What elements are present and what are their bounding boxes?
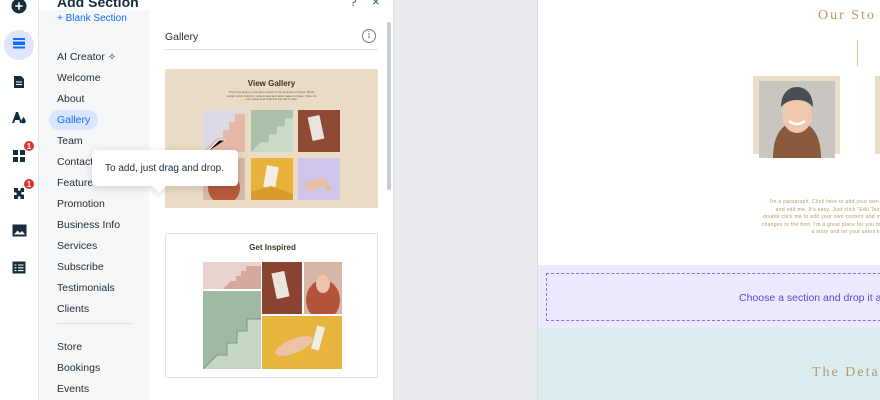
gallery-thumb-stairs (203, 110, 245, 152)
category-about[interactable]: About (49, 89, 92, 109)
gallery-preset-view-gallery[interactable]: View Gallery This is the space to introd… (165, 69, 378, 208)
category-subscribe[interactable]: Subscribe (49, 257, 112, 277)
panel-title: Add Section (57, 0, 139, 10)
page-icon (13, 75, 25, 94)
section-divider (165, 49, 378, 50)
details-section[interactable]: The Deta (538, 328, 880, 400)
category-events[interactable]: Events (49, 379, 97, 399)
inspired-thumb-stairs (203, 262, 261, 289)
design-button[interactable] (4, 106, 34, 134)
category-gallery[interactable]: Gallery (49, 110, 99, 130)
image-icon (12, 224, 27, 242)
gallery-thumb-yellow-card (251, 158, 293, 200)
story-paragraph[interactable]: I'm a paragraph. Click here to add your … (760, 199, 880, 237)
inspired-thumb-brown-card (262, 262, 302, 314)
category-label: AI Creator (57, 51, 105, 63)
category-team[interactable]: Team (49, 131, 91, 151)
site-canvas: Our Sto I'm a paragraph. Click here to a… (537, 0, 880, 400)
puzzle-icon (12, 186, 27, 206)
apps-icon (12, 149, 26, 168)
preset-title: View Gallery (247, 79, 296, 88)
portrait-photo[interactable] (759, 81, 835, 158)
category-testimonials[interactable]: Testimonials (49, 278, 123, 298)
table-icon (12, 261, 26, 279)
gallery-thumb-brown-card (298, 110, 340, 152)
details-heading[interactable]: The Deta (812, 365, 880, 381)
help-icon[interactable]: ? (350, 0, 357, 9)
section-heading: Gallery (165, 31, 199, 43)
gallery-thumb-hands (298, 158, 340, 200)
media-button[interactable] (4, 219, 34, 247)
add-section-panel: Add Section ? × + Blank Section AI Creat… (39, 0, 394, 400)
left-toolbar: 1 1 (0, 0, 39, 400)
sparkle-icon: ✧ (107, 52, 117, 63)
drop-zone-text: Choose a section and drop it an (739, 292, 880, 304)
panel-scrollbar[interactable] (387, 22, 391, 190)
section-drop-zone[interactable]: Choose a section and drop it an (538, 265, 880, 328)
business-notification-badge: 1 (23, 178, 35, 190)
story-heading[interactable]: Our Sto (818, 8, 876, 24)
category-business-info[interactable]: Business Info (49, 215, 128, 235)
decorative-line (857, 40, 858, 66)
section-presets: Gallery i View Gallery This is the space… (149, 10, 393, 400)
inspired-thumb-portrait (304, 262, 342, 314)
drag-drop-tooltip: To add, just drag and drop. (92, 150, 238, 186)
plus-circle-icon (11, 0, 27, 19)
tooltip-text: To add, just drag and drop. (105, 162, 224, 174)
category-divider (57, 323, 131, 324)
category-list: + Blank Section AI Creator ✧ Welcome Abou… (39, 10, 149, 400)
gallery-preset-get-inspired[interactable]: Get Inspired (165, 233, 378, 378)
blank-section-link[interactable]: + Blank Section (57, 13, 127, 24)
sections-icon (12, 36, 26, 55)
apps-button[interactable]: 1 (4, 140, 35, 172)
apps-notification-badge: 1 (23, 140, 35, 152)
category-promotion[interactable]: Promotion (49, 194, 113, 214)
category-clients[interactable]: Clients (49, 299, 97, 319)
business-tools-button[interactable]: 1 (4, 178, 35, 210)
theme-icon (11, 111, 27, 130)
cms-button[interactable] (4, 256, 34, 284)
add-elements-button[interactable] (4, 0, 34, 22)
gallery-thumb-green-stairs (251, 110, 293, 152)
add-section-button[interactable] (4, 30, 34, 60)
preset-title: Get Inspired (249, 243, 296, 252)
inspired-thumb-hands (262, 316, 342, 369)
category-store[interactable]: Store (49, 337, 90, 357)
preset-subtitle: This is the space to introduce visitors … (226, 90, 317, 102)
category-services[interactable]: Services (49, 236, 105, 256)
second-photo-frame (875, 76, 880, 154)
pages-button[interactable] (4, 70, 34, 98)
inspired-thumb-green-stairs (203, 291, 261, 369)
category-welcome[interactable]: Welcome (49, 68, 109, 88)
close-icon[interactable]: × (372, 0, 380, 9)
category-ai-creator[interactable]: AI Creator ✧ (49, 47, 124, 67)
info-icon[interactable]: i (362, 29, 376, 43)
category-bookings[interactable]: Bookings (49, 358, 108, 378)
